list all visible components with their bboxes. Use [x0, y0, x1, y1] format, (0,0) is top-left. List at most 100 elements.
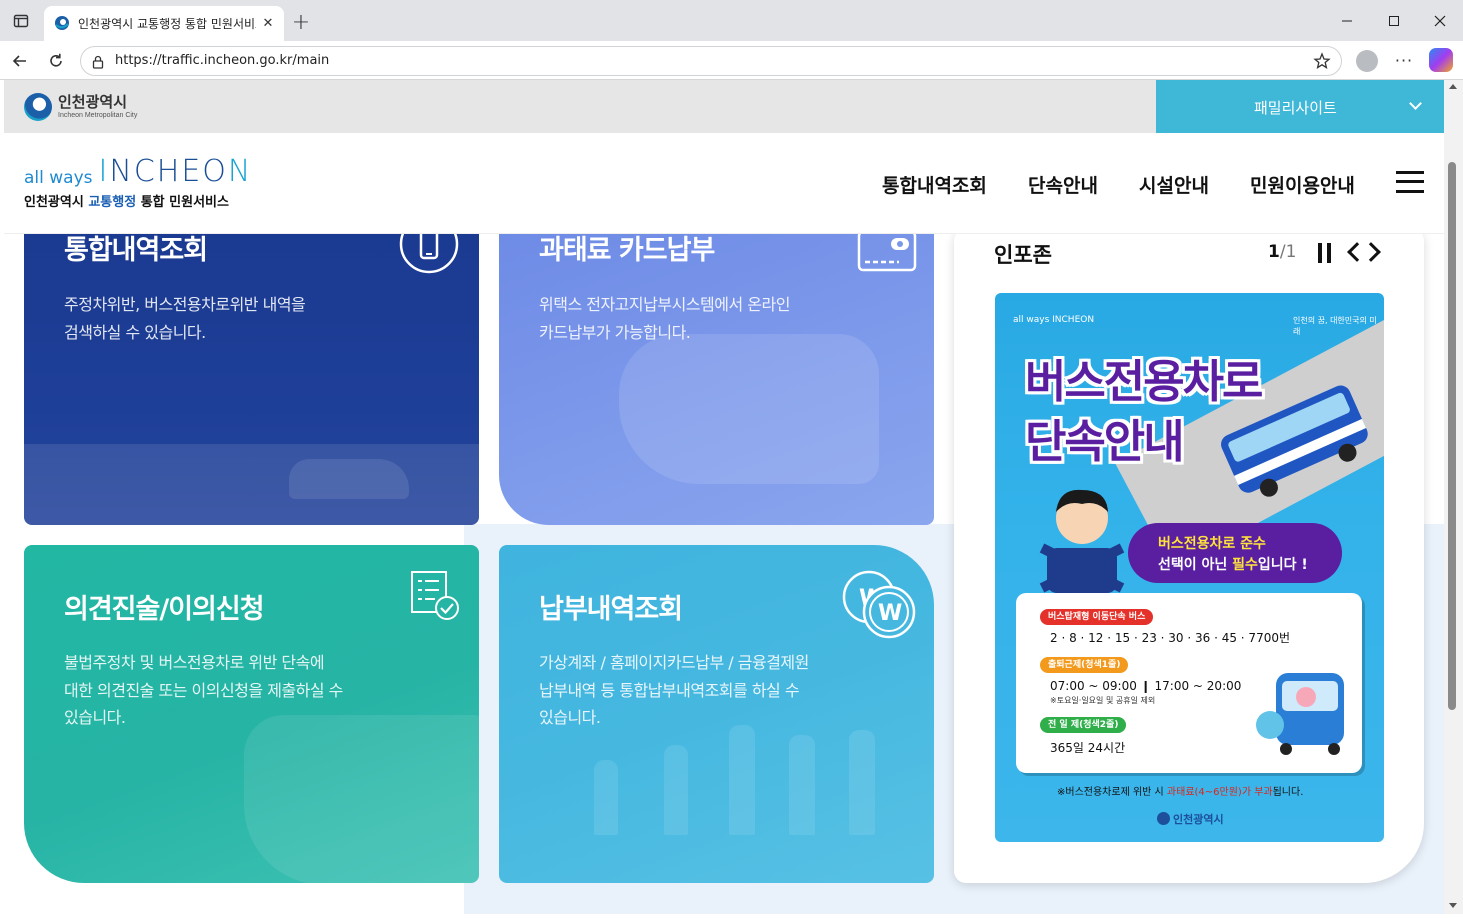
officer-illustration: [1037, 478, 1127, 593]
incheon-symbol-icon: [24, 93, 52, 121]
new-tab-button[interactable]: +: [290, 10, 312, 35]
card-desc-line2: 납부내역 등 통합납부내역조회를 하실 수: [539, 681, 800, 700]
scrollbar-thumb[interactable]: [1448, 162, 1456, 710]
parking-lot-image: [24, 444, 479, 525]
address-bar: https://traffic.incheon.go.kr/main ···: [0, 41, 1463, 80]
card-title: 통합내역조회: [64, 235, 208, 266]
family-site-dropdown[interactable]: 패밀리사이트: [1156, 80, 1444, 133]
family-site-label: 패밀리사이트: [1254, 99, 1337, 117]
hamburger-menu-icon[interactable]: [1396, 171, 1424, 193]
footnote-fine: 과태료(4~6만원)가 부과: [1166, 787, 1273, 798]
browser-chrome: 인천광역시 교통행정 통합 민원서비스 ✕ + https://traffic.…: [0, 0, 1463, 80]
laptop-image: [244, 715, 479, 883]
city-logo-korean: 인천광역시: [58, 93, 128, 111]
favorite-star-icon[interactable]: [1313, 52, 1331, 70]
card-integrated-inquiry[interactable]: 통합내역조회 주정차위반, 버스전용차로위반 내역을 검색하실 수 있습니다.: [24, 234, 479, 525]
maximize-icon[interactable]: [1380, 8, 1408, 34]
site-favicon-icon: [54, 15, 70, 31]
poster-footnote: ※버스전용차로제 위반 시 과태료(4~6만원)가 부과됩니다.: [1057, 783, 1303, 798]
profile-avatar-icon[interactable]: [1356, 50, 1378, 72]
browser-tab-active[interactable]: 인천광역시 교통행정 통합 민원서비스 ✕: [44, 6, 284, 41]
tab-actions-icon[interactable]: [8, 8, 34, 34]
poster-title-line2: 단속안내: [1025, 415, 1185, 468]
bubble-line2-a: 선택이 아닌: [1158, 557, 1233, 573]
card-card-payment[interactable]: 과태료 카드납부 위택스 전자고지납부시스템에서 온라인 카드납부가 가능합니다…: [499, 234, 934, 525]
copilot-icon[interactable]: [1429, 48, 1453, 72]
page-viewport: 인천광역시 Incheon Metropolitan City 패밀리사이트 a…: [4, 80, 1444, 914]
footnote-part2: 됩니다.: [1272, 787, 1304, 798]
infozone-pagination: 1/1: [1268, 242, 1296, 262]
brand-sub-part1: 인천광역시: [24, 195, 89, 210]
main-content: 통합내역조회 주정차위반, 버스전용차로위반 내역을 검색하실 수 있습니다. …: [4, 229, 1444, 914]
person-silhouette: [849, 730, 875, 835]
url-text[interactable]: https://traffic.incheon.go.kr/main: [115, 53, 329, 68]
bubble-line2: 선택이 아닌 필수입니다 !: [1158, 554, 1308, 574]
card-desc-line2: 카드납부가 가능합니다.: [539, 323, 691, 342]
page-current: 1: [1268, 242, 1280, 262]
nav-civil-service-guide[interactable]: 민원이용안내: [1250, 171, 1355, 198]
tab-bar: 인천광역시 교통행정 통합 민원서비스 ✕ +: [0, 0, 1463, 41]
card-desc-line3: 있습니다.: [64, 708, 126, 727]
footnote-part1: ※버스전용차로제 위반 시: [1057, 787, 1167, 798]
site-brand-logo[interactable]: all ways INCHEON 인천광역시 교통행정 통합 민원서비스: [24, 155, 253, 211]
minimize-icon[interactable]: [1333, 8, 1361, 34]
lock-icon[interactable]: [91, 54, 105, 69]
nav-enforcement-guide[interactable]: 단속안내: [1028, 171, 1098, 198]
poster-city-slogan: 인천의 꿈, 대한민국의 미래: [1293, 316, 1377, 336]
bubble-line2-emphasis: 필수: [1232, 557, 1258, 573]
poster-info-box: 버스탑재형 이동단속 버스 2 · 8 · 12 · 15 · 23 · 30 …: [1016, 593, 1362, 773]
card-title: 납부내역조회: [539, 594, 683, 625]
person-silhouette: [664, 745, 688, 835]
scroll-down-icon[interactable]: [1449, 903, 1457, 908]
svg-text:W: W: [878, 601, 902, 626]
card-desc-line2: 대한 의견진술 또는 이의신청을 제출하실 수: [64, 681, 343, 700]
pill-all-day: 전 일 제(청색2줄): [1040, 717, 1127, 733]
brand-incheon-mid: NCHEO: [109, 154, 228, 189]
infozone-title: 인포존: [994, 243, 1052, 267]
url-omnibox[interactable]: https://traffic.incheon.go.kr/main: [80, 46, 1342, 76]
card-icon: [849, 234, 919, 276]
site-header: all ways INCHEON 인천광역시 교통행정 통합 민원서비스 통합내…: [4, 133, 1444, 234]
pause-icon[interactable]: [1318, 243, 1332, 263]
poster-title-line1: 버스전용차로: [1025, 355, 1263, 408]
more-menu-icon[interactable]: ···: [1393, 49, 1415, 71]
nav-integrated-inquiry[interactable]: 통합내역조회: [882, 171, 987, 198]
bus-routes: 2 · 8 · 12 · 15 · 23 · 30 · 36 · 45 · 77…: [1050, 631, 1291, 645]
scroll-up-icon[interactable]: [1449, 84, 1457, 89]
incheon-city-logo[interactable]: 인천광역시 Incheon Metropolitan City: [24, 92, 137, 122]
nav-facility-guide[interactable]: 시설안내: [1139, 171, 1209, 198]
refresh-icon[interactable]: [44, 49, 68, 73]
brand-incheon-n: N: [227, 154, 253, 189]
rush-hour-note: ※토요일·일요일 및 공휴일 제외: [1050, 696, 1156, 705]
person-silhouette: [729, 725, 755, 835]
chevron-right-icon[interactable]: [1361, 242, 1381, 262]
card-desc-line3: 있습니다.: [539, 708, 601, 727]
hand-keyboard-image: [619, 334, 879, 484]
close-window-icon[interactable]: [1426, 8, 1454, 34]
all-day-text: 365일 24시간: [1050, 741, 1126, 755]
car-image: [289, 459, 409, 499]
brand-incheon-i: I: [98, 154, 110, 189]
mobile-icon: [399, 234, 459, 274]
poster-city-logo: 인천광역시: [1157, 811, 1224, 827]
brand-subtitle: 인천광역시 교통행정 통합 민원서비스: [24, 191, 252, 210]
card-desc-line1: 가상계좌 / 홈페이지카드납부 / 금융결제원: [539, 653, 809, 672]
person-silhouette: [789, 735, 815, 835]
bus-lane-poster[interactable]: all ways INCHEON 인천의 꿈, 대한민국의 미래 버스전용차로 …: [995, 293, 1384, 842]
bubble-line2-c: 입니다 !: [1257, 557, 1308, 573]
poster-brand: all ways INCHEON: [1013, 315, 1095, 325]
won-coin-icon: WW: [839, 567, 919, 642]
card-payment-history[interactable]: 납부내역조회 가상계좌 / 홈페이지카드납부 / 금융결제원 납부내역 등 통합…: [499, 545, 934, 883]
city-logo-english: Incheon Metropolitan City: [58, 112, 138, 119]
page-scrollbar[interactable]: [1444, 80, 1463, 914]
back-arrow-icon[interactable]: [8, 49, 32, 73]
bus-mascot-illustration: [1256, 665, 1348, 757]
brand-allways: all ways: [24, 168, 93, 188]
brand-sub-part2: 통합 민원서비스: [136, 195, 229, 210]
brand-incheon: INCHEON: [99, 155, 253, 189]
close-tab-icon[interactable]: ✕: [260, 15, 276, 31]
pill-mobile-enforcement: 버스탑재형 이동단속 버스: [1040, 609, 1154, 625]
card-objection[interactable]: 의견진술/이의신청 불법주정차 및 버스전용차로 위반 단속에 대한 의견진술 …: [24, 545, 479, 883]
chevron-down-icon: [1409, 97, 1422, 110]
tab-title: 인천광역시 교통행정 통합 민원서비스: [78, 17, 256, 31]
